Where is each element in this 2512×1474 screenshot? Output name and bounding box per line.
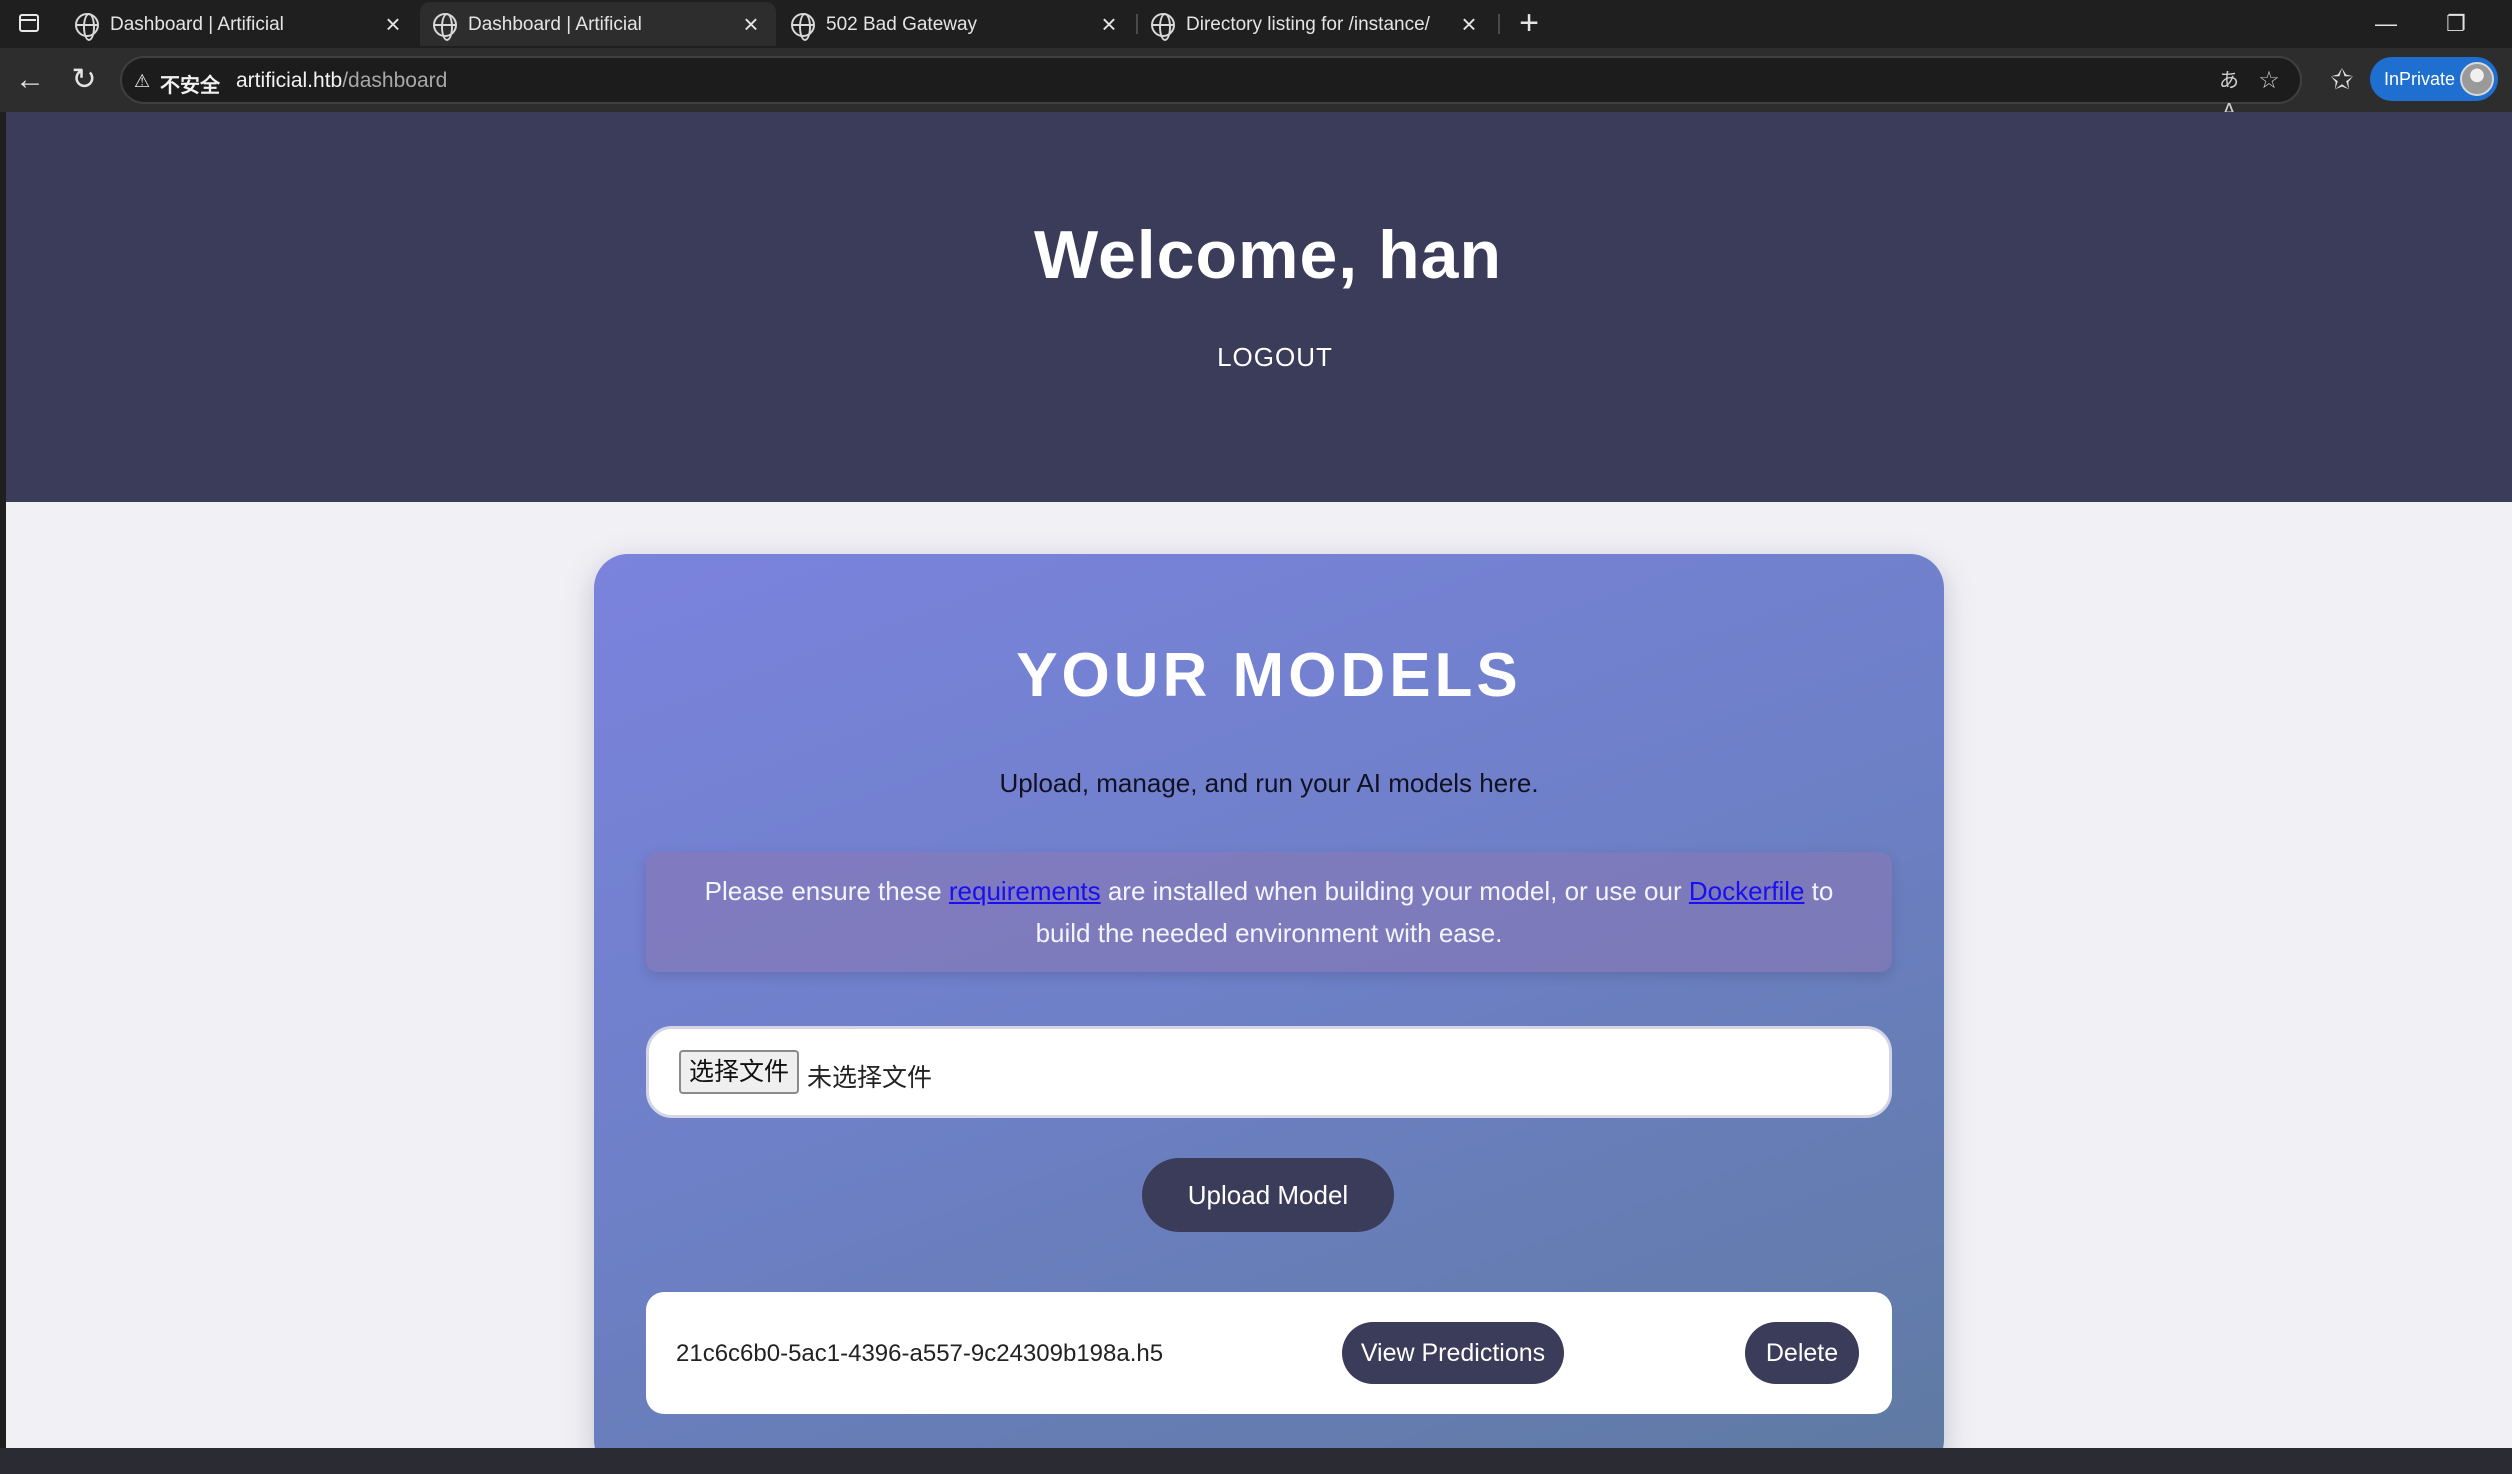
url-host: artificial.htb (236, 69, 343, 92)
file-status-text: 未选择文件 (807, 1064, 933, 1092)
inprivate-label: InPrivate (2384, 69, 2456, 89)
choose-file-button[interactable]: 选择文件 (679, 1050, 799, 1094)
favorites-icon[interactable]: ✩ (2322, 60, 2362, 100)
globe-icon (433, 13, 457, 41)
restore-icon[interactable]: ❐ (2436, 8, 2476, 40)
address-toolbar: ← ↻ ⚠ 不安全 artificial.htb/dashboard あA ☆ … (0, 48, 2512, 122)
models-heading: YOUR MODELS (1016, 641, 1522, 710)
back-arrow-icon[interactable]: ← (10, 60, 50, 100)
close-icon[interactable]: × (1096, 11, 1122, 37)
url-text[interactable]: artificial.htb/dashboard (236, 69, 447, 93)
star-icon[interactable]: ☆ (2254, 66, 2284, 96)
model-list-item: 21c6c6b0-5ac1-4396-a557-9c24309b198a.h5 … (646, 1292, 1892, 1414)
bottom-edge (0, 1448, 2512, 1474)
avatar (2460, 62, 2494, 96)
tab-strip: Dashboard | Artificial × Dashboard | Art… (0, 0, 2512, 48)
tab-dashboard-2[interactable]: Dashboard | Artificial × (420, 2, 776, 46)
tab-title: Directory listing for /instance/ (1186, 14, 1430, 35)
inprivate-badge[interactable]: InPrivate (2370, 57, 2498, 101)
warning-icon: ⚠ (134, 71, 151, 91)
tab-actions-icon[interactable] (14, 10, 44, 38)
models-subtitle: Upload, manage, and run your AI models h… (999, 768, 1539, 798)
view-predictions-button[interactable]: View Predictions (1342, 1322, 1564, 1384)
tab-title: Dashboard | Artificial (468, 14, 642, 35)
minimize-icon[interactable]: — (2366, 8, 2406, 40)
delete-button[interactable]: Delete (1745, 1322, 1859, 1384)
requirements-link[interactable]: requirements (949, 876, 1101, 906)
tab-dashboard-1[interactable]: Dashboard | Artificial × (62, 2, 418, 46)
globe-icon (1151, 13, 1175, 41)
model-file-input[interactable]: 选择文件 未选择文件 (646, 1026, 1892, 1118)
upload-model-button[interactable]: Upload Model (1142, 1158, 1394, 1232)
models-card: YOUR MODELS Upload, manage, and run your… (594, 554, 1944, 1448)
browser-window: Dashboard | Artificial × Dashboard | Art… (0, 0, 2512, 1474)
url-path: /dashboard (342, 69, 448, 92)
tab-separator (1498, 14, 1500, 34)
address-bar[interactable]: ⚠ 不安全 artificial.htb/dashboard あA ☆ (120, 56, 2302, 122)
requirements-notice: Please ensure these requirements are ins… (646, 852, 1892, 972)
tab-502-bad-gateway[interactable]: 502 Bad Gateway × (778, 2, 1134, 46)
reload-icon[interactable]: ↻ (64, 60, 104, 100)
page-viewport: Welcome, han LOGOUT YOUR MODELS Upload, … (6, 112, 2512, 1448)
close-icon[interactable]: × (1456, 11, 1482, 37)
globe-icon (791, 13, 815, 41)
notice-text-pre: Please ensure these (704, 876, 949, 906)
security-label[interactable]: 不安全 (160, 69, 220, 98)
translate-icon[interactable]: あA (2214, 66, 2244, 122)
globe-icon (75, 13, 99, 41)
model-filename: 21c6c6b0-5ac1-4396-a557-9c24309b198a.h5 (676, 1340, 1164, 1367)
page-title: Welcome, han (1034, 217, 1502, 293)
tab-directory-listing[interactable]: Directory listing for /instance/ × (1138, 2, 1494, 46)
logout-link[interactable]: LOGOUT (1180, 342, 1370, 373)
tab-title: Dashboard | Artificial (110, 14, 284, 35)
close-icon[interactable]: × (738, 11, 764, 37)
close-icon[interactable]: × (380, 11, 406, 37)
tab-title: 502 Bad Gateway (826, 14, 978, 35)
new-tab-icon[interactable]: + (1512, 6, 1546, 40)
dockerfile-link[interactable]: Dockerfile (1689, 876, 1805, 906)
notice-text-mid: are installed when building your model, … (1100, 876, 1689, 906)
header-banner: Welcome, han LOGOUT (6, 112, 2512, 502)
